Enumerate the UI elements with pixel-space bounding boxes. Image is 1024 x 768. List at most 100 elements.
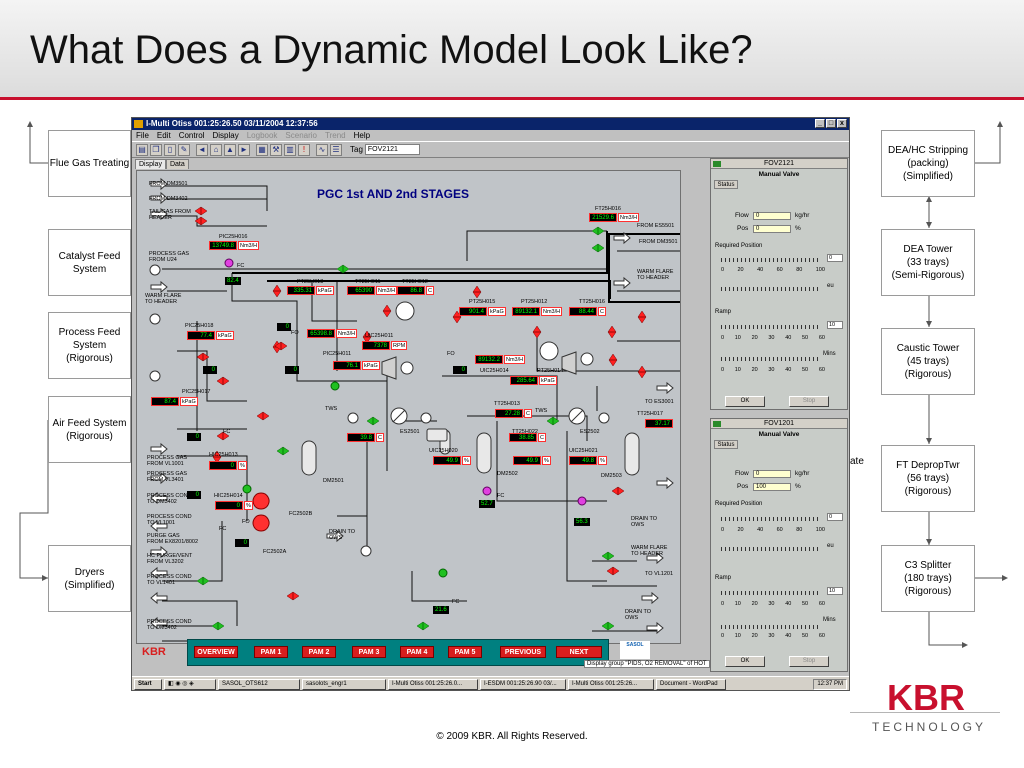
overview-button[interactable]: OVERVIEW — [194, 646, 238, 658]
position-slider[interactable] — [721, 517, 821, 521]
valve-position-readout[interactable]: 49.8% — [569, 456, 607, 465]
tag-input[interactable]: FOV2121 — [364, 144, 420, 155]
ramp-field[interactable]: 10 — [827, 587, 843, 595]
trend-icon[interactable]: ∿ — [316, 143, 328, 156]
pam4-button[interactable]: PAM 4 — [400, 646, 434, 658]
temperature-readout[interactable]: 88.44 C — [569, 307, 606, 316]
flow-readout[interactable]: 65398.8 Nm3/H — [307, 329, 358, 338]
taskbar-item[interactable]: SASOL_OTS612 — [218, 678, 300, 690]
flow-readout[interactable]: 21529.6 Nm3/H — [589, 213, 640, 222]
edit-icon[interactable]: ✎ — [178, 143, 190, 156]
pressure-readout[interactable]: 335.31 kPaG — [287, 286, 334, 295]
temperature-readout[interactable]: 39.8 C — [347, 433, 384, 442]
valve-output[interactable]: 0 — [453, 366, 467, 374]
print-icon[interactable]: ▤ — [136, 143, 148, 156]
valve-output[interactable]: 0 — [285, 366, 299, 374]
list-icon[interactable]: ☰ — [330, 143, 342, 156]
taskbar-item[interactable]: sasolots_engr1 — [302, 678, 386, 690]
speed-readout[interactable]: 7378 RPM — [362, 341, 408, 350]
temperature-readout[interactable]: 38.85 C — [509, 433, 546, 442]
valve-position-readout[interactable]: 49.9% — [513, 456, 551, 465]
flow-field[interactable]: 0 — [753, 470, 791, 478]
faceplate-header[interactable]: FOV2121 — [711, 159, 847, 169]
menu-display[interactable]: Display — [212, 130, 238, 141]
wrench-icon[interactable]: ⚒ — [270, 143, 282, 156]
pressure-readout[interactable]: 76.1 kPaG — [333, 361, 380, 370]
close-button[interactable]: x — [837, 119, 847, 128]
chart-icon[interactable]: ▥ — [284, 143, 296, 156]
taskbar-item[interactable]: I-ESDM 001:25:26.90 03/... — [480, 678, 566, 690]
back-icon[interactable]: ◄ — [196, 143, 208, 156]
menu-file[interactable]: File — [136, 130, 149, 141]
previous-button[interactable]: PREVIOUS — [500, 646, 546, 658]
maximize-button[interactable]: □ — [826, 119, 836, 128]
faceplate-status-tab[interactable]: Status — [714, 440, 738, 449]
valve-output[interactable]: 0 — [187, 433, 201, 441]
quicklaunch-icons[interactable]: ◧ ◉ ◎ ◈ — [164, 678, 216, 690]
stop-button[interactable]: Stop — [789, 656, 829, 667]
taskbar-item[interactable]: I-Multi Otiss 001:25:26... — [568, 678, 654, 690]
valve-output[interactable]: 82.4 — [225, 277, 241, 285]
pam3-button[interactable]: PAM 3 — [352, 646, 386, 658]
taskbar-item[interactable]: I-Multi Otiss 001:25:26.0... — [388, 678, 478, 690]
required-position-field[interactable]: 0 — [827, 513, 843, 521]
pressure-readout[interactable]: 285.64 kPaG — [510, 376, 557, 385]
tab-data[interactable]: Data — [165, 159, 189, 169]
home-icon[interactable]: ⌂ — [210, 143, 222, 156]
temperature-readout[interactable]: 37.17 — [645, 419, 673, 428]
pressure-readout[interactable]: 77.4 kPaG — [187, 331, 234, 340]
minimize-button[interactable]: _ — [815, 119, 825, 128]
page-icon[interactable]: ▯ — [164, 143, 176, 156]
pos-field[interactable]: 0 — [753, 225, 791, 233]
faceplate-header[interactable]: FOV1201 — [711, 419, 847, 429]
window-titlebar[interactable]: I-Multi Otiss 001:25:26.50 03/11/2004 12… — [132, 118, 849, 130]
menu-logbook[interactable]: Logbook — [247, 130, 278, 141]
valve-output[interactable]: 0 — [187, 491, 201, 499]
position-slider[interactable] — [721, 258, 821, 262]
menu-help[interactable]: Help — [354, 130, 370, 141]
up-icon[interactable]: ▲ — [224, 143, 236, 156]
ramp-slider[interactable] — [721, 325, 821, 329]
forward-icon[interactable]: ► — [238, 143, 250, 156]
copy-icon[interactable]: ❐ — [150, 143, 162, 156]
pressure-readout[interactable]: 901.4 kPaG — [459, 307, 506, 316]
ramp-field[interactable]: 10 — [827, 321, 843, 329]
valve-position-readout[interactable]: 49.9% — [433, 456, 471, 465]
flow-readout[interactable]: 65390 Nm3/H — [347, 286, 398, 295]
tab-display[interactable]: Display — [135, 159, 166, 169]
flow-readout[interactable]: 89132.2 Nm3/H — [475, 355, 526, 364]
pressure-readout[interactable]: 87.4 kPaG — [151, 397, 198, 406]
valve-output[interactable]: 0 — [235, 539, 249, 547]
alarm-icon[interactable]: ! — [298, 143, 310, 156]
menu-edit[interactable]: Edit — [157, 130, 171, 141]
flow-readout[interactable]: 89132.1 Nm3/H — [512, 307, 563, 316]
pos-field[interactable]: 100 — [753, 483, 791, 491]
valve-position-readout[interactable]: 0% — [215, 501, 253, 510]
flow-readout[interactable]: 13749.8 Nm3/H — [209, 241, 260, 250]
ok-button[interactable]: OK — [725, 656, 765, 667]
temperature-readout[interactable]: 27.28 C — [495, 409, 532, 418]
taskbar-item[interactable]: Document - WordPad — [656, 678, 726, 690]
ramp-slider[interactable] — [721, 591, 821, 595]
menu-trend[interactable]: Trend — [325, 130, 346, 141]
ok-button[interactable]: OK — [725, 396, 765, 407]
valve-output[interactable]: 52.7 — [479, 500, 495, 508]
valve-output[interactable]: 56.3 — [574, 518, 590, 526]
start-button[interactable]: Start — [134, 678, 162, 690]
menu-scenario[interactable]: Scenario — [285, 130, 317, 141]
next-button[interactable]: NEXT — [556, 646, 602, 658]
valve-output[interactable]: 0 — [277, 323, 291, 331]
required-position-field[interactable]: 0 — [827, 254, 843, 262]
pam2-button[interactable]: PAM 2 — [302, 646, 336, 658]
valve-output[interactable]: 0 — [203, 366, 217, 374]
menu-control[interactable]: Control — [179, 130, 205, 141]
stop-button[interactable]: Stop — [789, 396, 829, 407]
grid-icon[interactable]: ▦ — [256, 143, 268, 156]
faceplate-status-tab[interactable]: Status — [714, 180, 738, 189]
pam1-button[interactable]: PAM 1 — [254, 646, 288, 658]
temperature-readout[interactable]: 86.8 C — [397, 286, 434, 295]
valve-output[interactable]: 21.6 — [433, 606, 449, 614]
flow-field[interactable]: 0 — [753, 212, 791, 220]
valve-position-readout[interactable]: 0% — [209, 461, 247, 470]
pam5-button[interactable]: PAM 5 — [448, 646, 482, 658]
